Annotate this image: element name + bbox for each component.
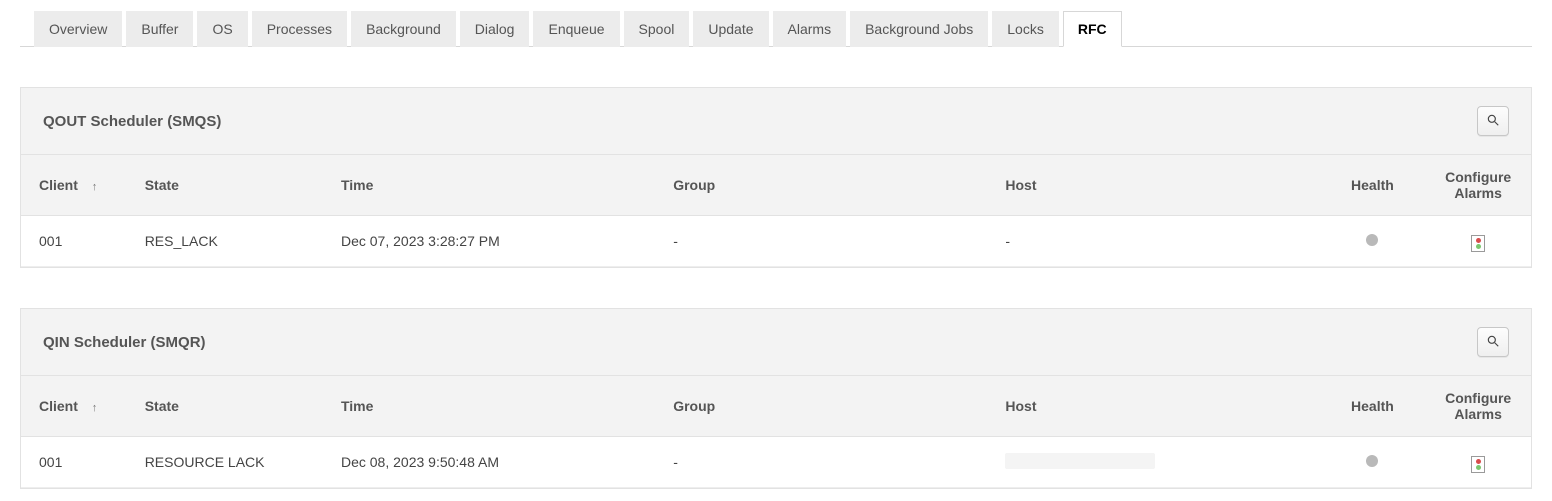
- col-client-label: Client: [39, 398, 78, 414]
- search-icon: [1486, 334, 1500, 351]
- col-client-label: Client: [39, 177, 78, 193]
- cell-group: -: [655, 216, 987, 267]
- panel-header: QIN Scheduler (SMQR): [21, 309, 1531, 375]
- host-redacted: [1005, 453, 1155, 469]
- col-group[interactable]: Group: [655, 376, 987, 437]
- cell-host: -: [987, 216, 1319, 267]
- cell-time: Dec 07, 2023 3:28:27 PM: [323, 216, 655, 267]
- col-time[interactable]: Time: [323, 155, 655, 216]
- configure-alarms-button[interactable]: [1471, 456, 1485, 473]
- cell-group: -: [655, 437, 987, 488]
- tab-alarms[interactable]: Alarms: [773, 11, 847, 47]
- traffic-green-icon: [1476, 244, 1481, 249]
- configure-alarms-button[interactable]: [1471, 235, 1485, 252]
- col-host[interactable]: Host: [987, 155, 1319, 216]
- col-client[interactable]: Client ↑: [21, 155, 127, 216]
- cell-time: Dec 08, 2023 9:50:48 AM: [323, 437, 655, 488]
- table-row: 001 RESOURCE LACK Dec 08, 2023 9:50:48 A…: [21, 437, 1531, 488]
- cell-alarms: [1425, 216, 1531, 267]
- tab-background-jobs[interactable]: Background Jobs: [850, 11, 988, 47]
- cell-host: [987, 437, 1319, 488]
- col-state[interactable]: State: [127, 155, 323, 216]
- table-row: 001 RES_LACK Dec 07, 2023 3:28:27 PM - -: [21, 216, 1531, 267]
- col-alarms[interactable]: Configure Alarms: [1425, 376, 1531, 437]
- scheduler-table: Client ↑ State Time Group Host Health Co…: [21, 375, 1531, 488]
- scheduler-table: Client ↑ State Time Group Host Health Co…: [21, 154, 1531, 267]
- tab-processes[interactable]: Processes: [252, 11, 347, 47]
- panel-qout-scheduler: QOUT Scheduler (SMQS) Client ↑ State Tim…: [20, 87, 1532, 268]
- sort-asc-icon: ↑: [92, 181, 98, 193]
- tab-os[interactable]: OS: [197, 11, 247, 47]
- cell-health: [1320, 437, 1426, 488]
- sort-asc-icon: ↑: [92, 402, 98, 414]
- traffic-red-icon: [1476, 459, 1481, 464]
- cell-client: 001: [21, 437, 127, 488]
- search-button[interactable]: [1477, 106, 1509, 136]
- panel-title: QIN Scheduler (SMQR): [43, 334, 206, 351]
- cell-state: RES_LACK: [127, 216, 323, 267]
- search-button[interactable]: [1477, 327, 1509, 357]
- col-health[interactable]: Health: [1320, 155, 1426, 216]
- panel-qin-scheduler: QIN Scheduler (SMQR) Client ↑ State Time…: [20, 308, 1532, 489]
- col-client[interactable]: Client ↑: [21, 376, 127, 437]
- cell-health: [1320, 216, 1426, 267]
- tab-spool[interactable]: Spool: [624, 11, 690, 47]
- tab-rfc[interactable]: RFC: [1063, 11, 1122, 47]
- traffic-green-icon: [1476, 465, 1481, 470]
- col-time[interactable]: Time: [323, 376, 655, 437]
- tab-update[interactable]: Update: [693, 11, 768, 47]
- health-status-icon: [1366, 234, 1378, 246]
- col-alarms[interactable]: Configure Alarms: [1425, 155, 1531, 216]
- cell-client: 001: [21, 216, 127, 267]
- traffic-red-icon: [1476, 238, 1481, 243]
- tab-background[interactable]: Background: [351, 11, 456, 47]
- tab-dialog[interactable]: Dialog: [460, 11, 530, 47]
- col-group[interactable]: Group: [655, 155, 987, 216]
- cell-state: RESOURCE LACK: [127, 437, 323, 488]
- col-host[interactable]: Host: [987, 376, 1319, 437]
- col-health[interactable]: Health: [1320, 376, 1426, 437]
- col-state[interactable]: State: [127, 376, 323, 437]
- tab-locks[interactable]: Locks: [992, 11, 1059, 47]
- tab-strip: Overview Buffer OS Processes Background …: [20, 10, 1532, 47]
- health-status-icon: [1366, 455, 1378, 467]
- tab-enqueue[interactable]: Enqueue: [533, 11, 619, 47]
- cell-alarms: [1425, 437, 1531, 488]
- tab-overview[interactable]: Overview: [34, 11, 122, 47]
- tab-buffer[interactable]: Buffer: [126, 11, 193, 47]
- search-icon: [1486, 113, 1500, 130]
- panel-header: QOUT Scheduler (SMQS): [21, 88, 1531, 154]
- panel-title: QOUT Scheduler (SMQS): [43, 113, 221, 130]
